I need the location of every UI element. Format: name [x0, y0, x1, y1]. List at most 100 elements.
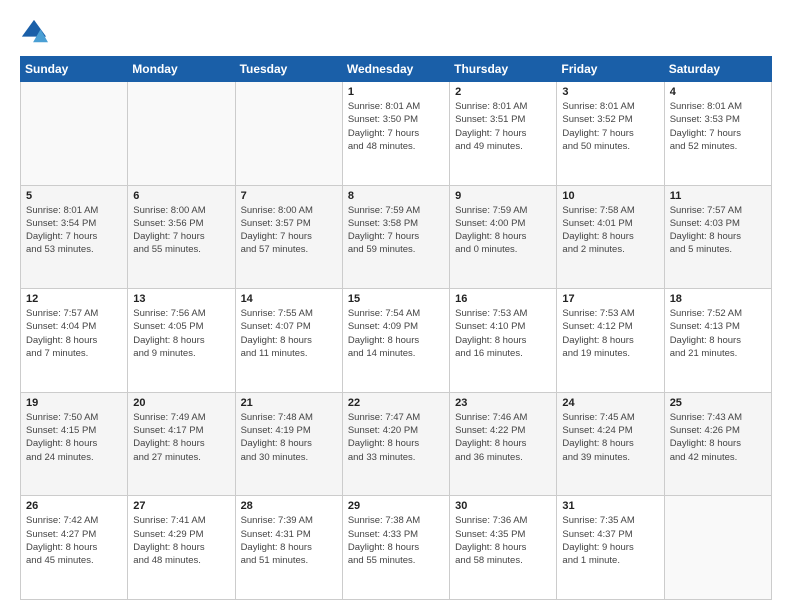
- day-number: 27: [133, 500, 229, 512]
- calendar-cell: 4 Sunrise: 8:01 AM Sunset: 3:53 PM Daylig…: [664, 82, 771, 186]
- day-number: 26: [26, 500, 122, 512]
- calendar-cell: [235, 82, 342, 186]
- day-number: 28: [241, 500, 337, 512]
- calendar-cell: 27 Sunrise: 7:41 AM Sunset: 4:29 PM Dayli…: [128, 496, 235, 600]
- day-info: Sunrise: 7:35 AM Sunset: 4:37 PM Dayligh…: [562, 514, 658, 567]
- day-number: 10: [562, 190, 658, 202]
- calendar-cell: 25 Sunrise: 7:43 AM Sunset: 4:26 PM Dayli…: [664, 392, 771, 496]
- day-info: Sunrise: 8:00 AM Sunset: 3:56 PM Dayligh…: [133, 204, 229, 257]
- col-header-saturday: Saturday: [664, 57, 771, 82]
- day-number: 3: [562, 86, 658, 98]
- day-info: Sunrise: 7:39 AM Sunset: 4:31 PM Dayligh…: [241, 514, 337, 567]
- day-number: 16: [455, 293, 551, 305]
- day-info: Sunrise: 7:59 AM Sunset: 4:00 PM Dayligh…: [455, 204, 551, 257]
- calendar-cell: 26 Sunrise: 7:42 AM Sunset: 4:27 PM Dayli…: [21, 496, 128, 600]
- day-number: 7: [241, 190, 337, 202]
- calendar-cell: 6 Sunrise: 8:00 AM Sunset: 3:56 PM Daylig…: [128, 185, 235, 289]
- day-number: 14: [241, 293, 337, 305]
- day-info: Sunrise: 7:55 AM Sunset: 4:07 PM Dayligh…: [241, 307, 337, 360]
- calendar-cell: 10Sunrise: 7:58 AM Sunset: 4:01 PM Dayli…: [557, 185, 664, 289]
- day-number: 8: [348, 190, 444, 202]
- calendar-cell: 3 Sunrise: 8:01 AM Sunset: 3:52 PM Daylig…: [557, 82, 664, 186]
- calendar-cell: [128, 82, 235, 186]
- day-number: 20: [133, 397, 229, 409]
- col-header-monday: Monday: [128, 57, 235, 82]
- day-info: Sunrise: 7:42 AM Sunset: 4:27 PM Dayligh…: [26, 514, 122, 567]
- day-number: 24: [562, 397, 658, 409]
- col-header-tuesday: Tuesday: [235, 57, 342, 82]
- day-number: 25: [670, 397, 766, 409]
- day-info: Sunrise: 7:49 AM Sunset: 4:17 PM Dayligh…: [133, 411, 229, 464]
- day-number: 21: [241, 397, 337, 409]
- calendar-cell: 8Sunrise: 7:59 AM Sunset: 3:58 PM Daylig…: [342, 185, 449, 289]
- col-header-wednesday: Wednesday: [342, 57, 449, 82]
- calendar-cell: 29Sunrise: 7:38 AM Sunset: 4:33 PM Dayli…: [342, 496, 449, 600]
- calendar-cell: 9 Sunrise: 7:59 AM Sunset: 4:00 PM Daylig…: [450, 185, 557, 289]
- day-number: 6: [133, 190, 229, 202]
- calendar-cell: 30Sunrise: 7:36 AM Sunset: 4:35 PM Dayli…: [450, 496, 557, 600]
- calendar-cell: 16 Sunrise: 7:53 AM Sunset: 4:10 PM Dayli…: [450, 289, 557, 393]
- day-info: Sunrise: 7:46 AM Sunset: 4:22 PM Dayligh…: [455, 411, 551, 464]
- header: [20, 18, 772, 46]
- day-number: 17: [562, 293, 658, 305]
- day-info: Sunrise: 7:48 AM Sunset: 4:19 PM Dayligh…: [241, 411, 337, 464]
- day-info: Sunrise: 7:53 AM Sunset: 4:10 PM Dayligh…: [455, 307, 551, 360]
- calendar-cell: [21, 82, 128, 186]
- calendar-cell: 20 Sunrise: 7:49 AM Sunset: 4:17 PM Dayli…: [128, 392, 235, 496]
- calendar-cell: [664, 496, 771, 600]
- calendar-cell: 1 Sunrise: 8:01 AM Sunset: 3:50 PM Daylig…: [342, 82, 449, 186]
- day-info: Sunrise: 7:52 AM Sunset: 4:13 PM Dayligh…: [670, 307, 766, 360]
- logo: [20, 18, 52, 46]
- calendar-cell: 19Sunrise: 7:50 AM Sunset: 4:15 PM Dayli…: [21, 392, 128, 496]
- day-number: 23: [455, 397, 551, 409]
- day-info: Sunrise: 8:00 AM Sunset: 3:57 PM Dayligh…: [241, 204, 337, 257]
- day-number: 31: [562, 500, 658, 512]
- day-number: 15: [348, 293, 444, 305]
- calendar-cell: 28 Sunrise: 7:39 AM Sunset: 4:31 PM Dayli…: [235, 496, 342, 600]
- day-info: Sunrise: 8:01 AM Sunset: 3:51 PM Dayligh…: [455, 100, 551, 153]
- day-number: 19: [26, 397, 122, 409]
- day-number: 4: [670, 86, 766, 98]
- day-info: Sunrise: 7:45 AM Sunset: 4:24 PM Dayligh…: [562, 411, 658, 464]
- calendar-cell: 23 Sunrise: 7:46 AM Sunset: 4:22 PM Dayli…: [450, 392, 557, 496]
- day-info: Sunrise: 7:38 AM Sunset: 4:33 PM Dayligh…: [348, 514, 444, 567]
- day-info: Sunrise: 7:54 AM Sunset: 4:09 PM Dayligh…: [348, 307, 444, 360]
- day-number: 9: [455, 190, 551, 202]
- day-info: Sunrise: 8:01 AM Sunset: 3:53 PM Dayligh…: [670, 100, 766, 153]
- day-number: 18: [670, 293, 766, 305]
- calendar-cell: 2 Sunrise: 8:01 AM Sunset: 3:51 PM Daylig…: [450, 82, 557, 186]
- calendar-cell: 12Sunrise: 7:57 AM Sunset: 4:04 PM Dayli…: [21, 289, 128, 393]
- calendar-cell: 11 Sunrise: 7:57 AM Sunset: 4:03 PM Dayli…: [664, 185, 771, 289]
- col-header-thursday: Thursday: [450, 57, 557, 82]
- day-number: 2: [455, 86, 551, 98]
- day-info: Sunrise: 8:01 AM Sunset: 3:52 PM Dayligh…: [562, 100, 658, 153]
- day-number: 5: [26, 190, 122, 202]
- col-header-friday: Friday: [557, 57, 664, 82]
- calendar-table: SundayMondayTuesdayWednesdayThursdayFrid…: [20, 56, 772, 600]
- calendar-cell: 22 Sunrise: 7:47 AM Sunset: 4:20 PM Dayli…: [342, 392, 449, 496]
- day-info: Sunrise: 7:47 AM Sunset: 4:20 PM Dayligh…: [348, 411, 444, 464]
- day-info: Sunrise: 8:01 AM Sunset: 3:50 PM Dayligh…: [348, 100, 444, 153]
- day-info: Sunrise: 7:57 AM Sunset: 4:04 PM Dayligh…: [26, 307, 122, 360]
- col-header-sunday: Sunday: [21, 57, 128, 82]
- calendar-cell: 31 Sunrise: 7:35 AM Sunset: 4:37 PM Dayli…: [557, 496, 664, 600]
- logo-icon: [20, 18, 48, 46]
- day-number: 22: [348, 397, 444, 409]
- calendar-cell: 5 Sunrise: 8:01 AM Sunset: 3:54 PM Daylig…: [21, 185, 128, 289]
- day-info: Sunrise: 7:56 AM Sunset: 4:05 PM Dayligh…: [133, 307, 229, 360]
- page: SundayMondayTuesdayWednesdayThursdayFrid…: [0, 0, 792, 612]
- calendar-cell: 7 Sunrise: 8:00 AM Sunset: 3:57 PM Daylig…: [235, 185, 342, 289]
- day-number: 1: [348, 86, 444, 98]
- calendar-cell: 24 Sunrise: 7:45 AM Sunset: 4:24 PM Dayli…: [557, 392, 664, 496]
- day-info: Sunrise: 7:53 AM Sunset: 4:12 PM Dayligh…: [562, 307, 658, 360]
- day-info: Sunrise: 7:57 AM Sunset: 4:03 PM Dayligh…: [670, 204, 766, 257]
- day-number: 11: [670, 190, 766, 202]
- day-info: Sunrise: 7:36 AM Sunset: 4:35 PM Dayligh…: [455, 514, 551, 567]
- day-info: Sunrise: 7:43 AM Sunset: 4:26 PM Dayligh…: [670, 411, 766, 464]
- day-info: Sunrise: 8:01 AM Sunset: 3:54 PM Dayligh…: [26, 204, 122, 257]
- calendar-cell: 14 Sunrise: 7:55 AM Sunset: 4:07 PM Dayli…: [235, 289, 342, 393]
- calendar-cell: 21 Sunrise: 7:48 AM Sunset: 4:19 PM Dayli…: [235, 392, 342, 496]
- day-info: Sunrise: 7:41 AM Sunset: 4:29 PM Dayligh…: [133, 514, 229, 567]
- calendar-cell: 18 Sunrise: 7:52 AM Sunset: 4:13 PM Dayli…: [664, 289, 771, 393]
- calendar-cell: 17 Sunrise: 7:53 AM Sunset: 4:12 PM Dayli…: [557, 289, 664, 393]
